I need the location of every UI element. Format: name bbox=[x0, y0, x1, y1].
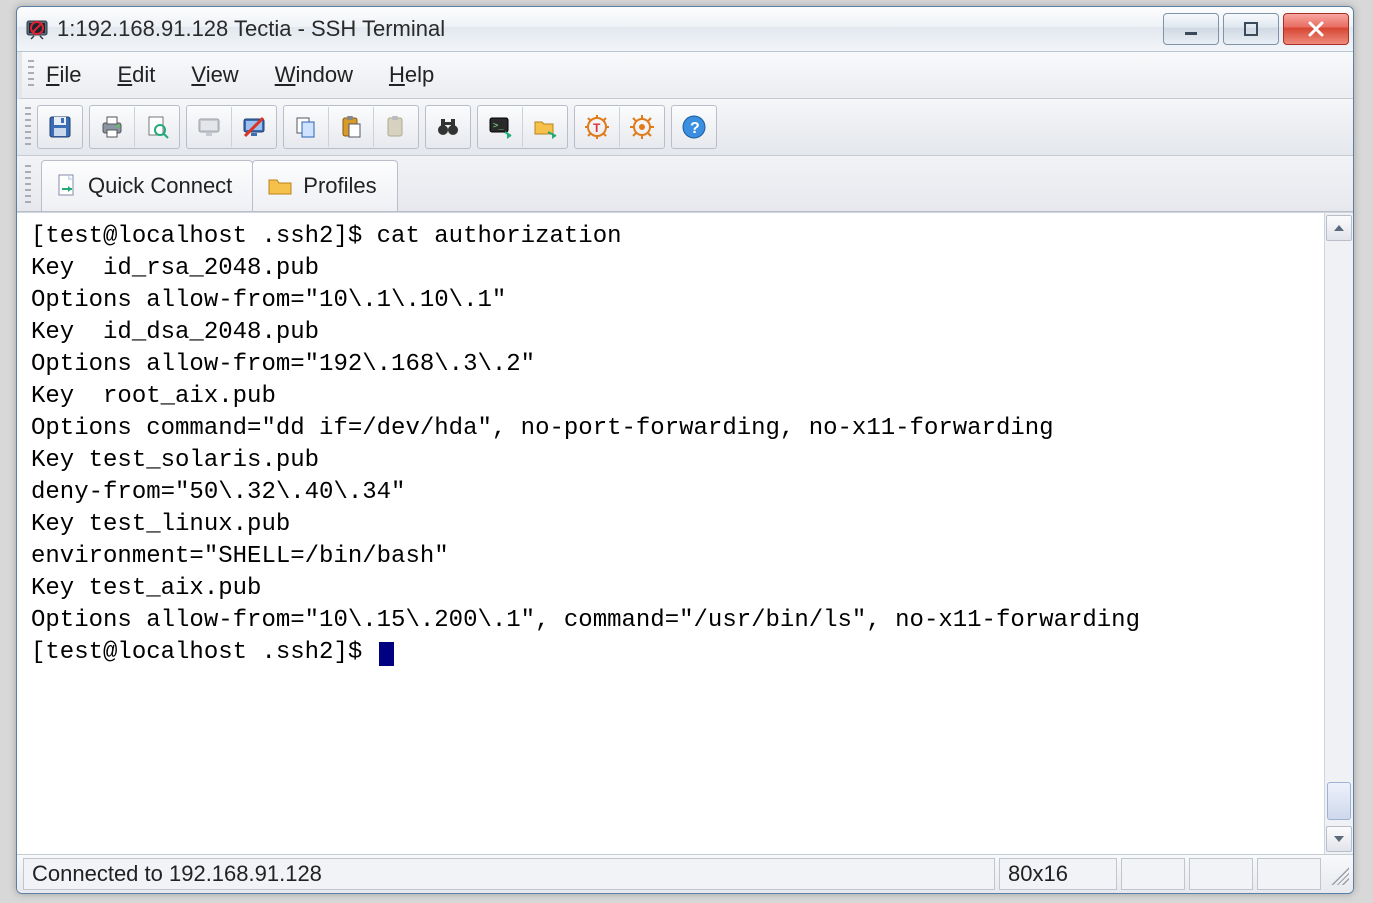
menu-edit[interactable]: Edit bbox=[117, 62, 155, 88]
connection-tabs: Quick Connect Profiles bbox=[17, 156, 1353, 212]
print-preview-button[interactable] bbox=[135, 107, 179, 147]
scroll-down-button[interactable] bbox=[1326, 826, 1352, 852]
save-icon bbox=[47, 114, 73, 140]
settings-icon bbox=[629, 114, 655, 140]
scroll-thumb[interactable] bbox=[1327, 782, 1351, 820]
copy-button[interactable] bbox=[284, 107, 329, 147]
titlebar: 1:192.168.91.128 Tectia - SSH Terminal bbox=[17, 7, 1353, 52]
svg-text:?: ? bbox=[690, 120, 700, 137]
toolbar: >_ T ? bbox=[17, 99, 1353, 156]
menu-window[interactable]: Window bbox=[275, 62, 353, 88]
monitor-disconnect-icon bbox=[241, 114, 267, 140]
tectia-settings-button[interactable]: T bbox=[575, 107, 620, 147]
resize-grip[interactable] bbox=[1327, 863, 1349, 885]
menu-help[interactable]: Help bbox=[389, 62, 434, 88]
new-terminal-button[interactable]: >_ bbox=[478, 107, 523, 147]
copy-icon bbox=[293, 114, 319, 140]
svg-text:>_: >_ bbox=[493, 121, 504, 131]
profiles-tab[interactable]: Profiles bbox=[252, 160, 397, 211]
terminal-area: [test@localhost .ssh2]$ cat authorizatio… bbox=[17, 212, 1353, 854]
print-icon bbox=[99, 114, 125, 140]
menubar-grip[interactable] bbox=[28, 60, 34, 90]
settings-button[interactable] bbox=[620, 107, 664, 147]
print-preview-icon bbox=[144, 114, 170, 140]
maximize-button[interactable] bbox=[1223, 13, 1279, 45]
status-cell-3 bbox=[1257, 858, 1321, 890]
chevron-up-icon bbox=[1333, 222, 1345, 234]
status-cell-2 bbox=[1189, 858, 1253, 890]
toolbar-grip[interactable] bbox=[25, 107, 31, 147]
tectia-settings-icon: T bbox=[584, 114, 610, 140]
window-controls bbox=[1159, 13, 1349, 45]
profiles-label: Profiles bbox=[303, 173, 376, 199]
paste-disabled-button bbox=[374, 107, 418, 147]
folder-transfer-icon bbox=[532, 114, 558, 140]
paste-button[interactable] bbox=[329, 107, 374, 147]
status-cell-1 bbox=[1121, 858, 1185, 890]
scroll-up-button[interactable] bbox=[1326, 215, 1352, 241]
paste-disabled-icon bbox=[383, 114, 409, 140]
app-icon bbox=[23, 15, 51, 43]
status-dimensions: 80x16 bbox=[999, 858, 1117, 890]
quick-connect-tab[interactable]: Quick Connect bbox=[41, 160, 253, 211]
window-title: 1:192.168.91.128 Tectia - SSH Terminal bbox=[57, 16, 1159, 42]
menu-file[interactable]: File bbox=[46, 62, 81, 88]
binoculars-icon bbox=[435, 114, 461, 140]
menubar: File Edit View Window Help bbox=[17, 52, 1353, 99]
terminal-icon: >_ bbox=[487, 114, 513, 140]
connect-disabled-button bbox=[187, 107, 232, 147]
help-button[interactable]: ? bbox=[672, 107, 716, 147]
save-button[interactable] bbox=[38, 107, 82, 147]
tab-grip[interactable] bbox=[25, 165, 31, 203]
disconnect-button[interactable] bbox=[232, 107, 276, 147]
find-button[interactable] bbox=[426, 107, 470, 147]
print-button[interactable] bbox=[90, 107, 135, 147]
status-connection: Connected to 192.168.91.128 bbox=[23, 858, 995, 890]
statusbar: Connected to 192.168.91.128 80x16 bbox=[17, 854, 1353, 893]
vertical-scrollbar[interactable] bbox=[1324, 213, 1353, 854]
file-transfer-button[interactable] bbox=[523, 107, 567, 147]
terminal-output[interactable]: [test@localhost .ssh2]$ cat authorizatio… bbox=[17, 213, 1324, 854]
monitor-gray-icon bbox=[196, 114, 222, 140]
close-button[interactable] bbox=[1283, 13, 1349, 45]
folder-icon bbox=[267, 175, 293, 197]
paste-icon bbox=[338, 114, 364, 140]
help-icon: ? bbox=[681, 114, 707, 140]
cursor bbox=[379, 642, 394, 666]
chevron-down-icon bbox=[1333, 833, 1345, 845]
app-window: 1:192.168.91.128 Tectia - SSH Terminal F… bbox=[16, 6, 1354, 894]
minimize-button[interactable] bbox=[1163, 13, 1219, 45]
quick-connect-label: Quick Connect bbox=[88, 173, 232, 199]
menu-view[interactable]: View bbox=[191, 62, 238, 88]
svg-text:T: T bbox=[593, 121, 601, 135]
document-arrow-icon bbox=[56, 173, 78, 199]
